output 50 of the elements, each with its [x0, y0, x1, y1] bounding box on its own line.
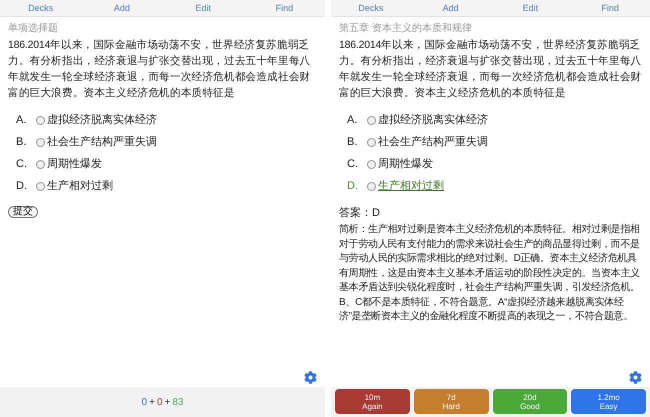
toolbar-button[interactable]: Add: [410, 0, 490, 16]
option-letter: D.: [16, 179, 28, 194]
answer-button[interactable]: 20d Good: [492, 389, 568, 414]
toolbar-button[interactable]: Add: [81, 0, 162, 16]
answer-button[interactable]: 7d Hard: [414, 389, 488, 414]
option-text: 周期性爆发: [378, 157, 433, 172]
option-text: 社会生产结构严重失调: [47, 134, 157, 150]
option-letter: D.: [347, 179, 359, 194]
settings-icon[interactable]: [629, 371, 642, 384]
toolbar-button[interactable]: Edit: [162, 0, 244, 16]
settings-icon[interactable]: [304, 371, 317, 384]
option-letter: C.: [347, 157, 359, 172]
option-text: 社会生产结构严重失调: [378, 134, 488, 150]
option-text: 虚拟经济脱离实体经济: [47, 112, 157, 128]
option-letter: B.: [347, 135, 358, 150]
option-letter: C.: [16, 157, 28, 172]
toolbar-button[interactable]: Decks: [331, 0, 411, 16]
radio-button[interactable]: [36, 182, 45, 191]
option-text: 生产相对过剩: [47, 178, 113, 194]
answer-button[interactable]: 10m Again: [335, 389, 410, 414]
option-letter: A.: [347, 113, 358, 128]
toolbar-button[interactable]: Find: [570, 0, 650, 16]
count-text: +: [164, 396, 170, 410]
radio-button[interactable]: [367, 182, 376, 191]
radio-button[interactable]: [36, 116, 45, 125]
question-text: 186.2014年以来，国际金融市场动荡不安，世界经济复苏脆弱乏力。有分析指出，经济衰退与扩张交替出现，过去五十年里每八年就发生一轮全球经济衰退，而每一次经济危机都会造成社会财富的巨大浪费。资本主义经济危机的本质特征是: [8, 38, 312, 101]
radio-button[interactable]: [367, 116, 376, 125]
radio-button[interactable]: [36, 138, 45, 147]
answer-text: 答案：D: [339, 206, 381, 221]
count-text: 83: [172, 396, 184, 410]
radio-button[interactable]: [367, 160, 376, 169]
answer-button[interactable]: 1.2mo Easy: [571, 389, 646, 414]
radio-button[interactable]: [36, 160, 45, 169]
count-text: +: [149, 396, 155, 410]
toolbar-button[interactable]: Find: [244, 0, 325, 16]
option-text: 周期性爆发: [47, 157, 102, 172]
radio-button[interactable]: [367, 138, 376, 147]
submit-button[interactable]: 提交: [8, 206, 38, 218]
toolbar-button[interactable]: Edit: [490, 0, 570, 16]
count-text: 0: [142, 396, 148, 410]
option-letter: B.: [16, 135, 28, 150]
count-text: 0: [156, 396, 162, 410]
question-text: 186.2014年以来，国际金融市场动荡不安，世界经济复苏脆弱乏力。有分析指出，经济衰退与扩张交替出现，过去五十年里每八年就发生一轮全球经济衰退，而每一次经济危机都会造成社会财富的巨大浪费。资本主义经济危机的本质特征是: [339, 38, 642, 101]
option-text: 虚拟经济脱离实体经济: [378, 112, 488, 128]
option-text: 生产相对过剩: [378, 178, 444, 194]
explanation-text: 简析：生产相对过剩是资本主义经济危机的本质特征。相对过剩是指相对于劳动人民有支付能力的需求来说社会生产的商品显得过剩，而不是与劳动人民的实际需求相比的绝对过剩。D正确。资本主义经济危机具有周期性，这是由资本主义基本矛盾运动的阶段性决定的。当资本主义基本矛盾达到尖锐化程度时，社会生产结构严重失调，引发经济危机。B、C都不是本质特征，不符合题意。A“虚拟经济越来越脱离实体经济”是垄断资本主义的金融化程度不断提高的表现之一，不符合题意。: [339, 223, 641, 324]
category-label: 单项选择题: [8, 22, 59, 35]
option-letter: A.: [16, 113, 28, 128]
category-label: 第五章 资本主义的本质和规律: [339, 22, 473, 35]
toolbar-button[interactable]: Decks: [0, 0, 82, 16]
